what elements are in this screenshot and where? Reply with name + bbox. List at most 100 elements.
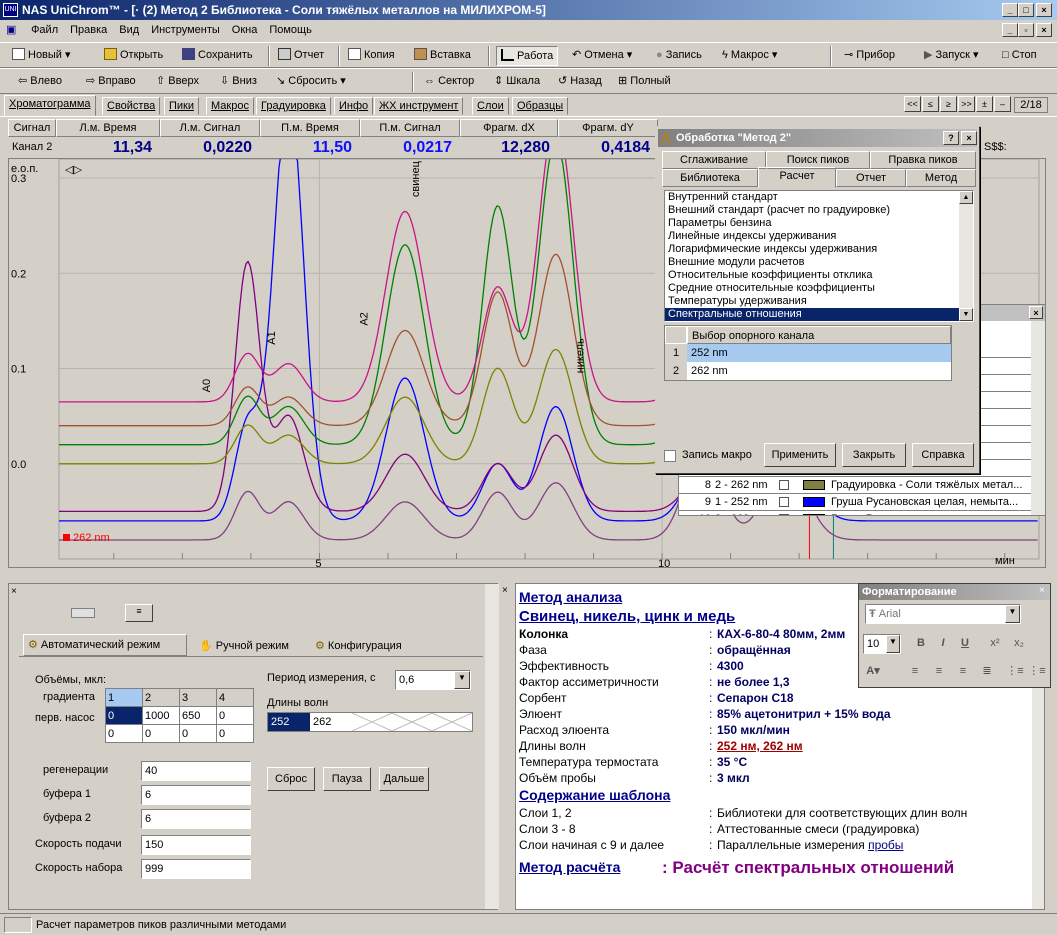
launch-button[interactable]: ▶ Запуск ▾ xyxy=(920,46,983,66)
mdi-close-icon[interactable]: × xyxy=(1036,23,1052,37)
tab-calc[interactable]: Расчет xyxy=(758,167,836,188)
calc-list-item[interactable]: Линейные индексы удерживания xyxy=(665,230,959,243)
underline-icon[interactable]: U xyxy=(955,634,975,654)
subscript-icon[interactable]: x₂ xyxy=(1009,634,1029,654)
add-page-button[interactable]: ± xyxy=(976,96,993,112)
grid-cell[interactable]: 650 xyxy=(179,706,217,725)
layer-color-swatch[interactable] xyxy=(803,514,825,515)
justify-icon[interactable]: ≣ xyxy=(977,662,997,682)
sector-button[interactable]: ⇔ Сектор xyxy=(420,72,478,92)
dialog-help-icon[interactable]: ? xyxy=(943,131,959,145)
grid-cell[interactable]: 0 xyxy=(216,706,254,725)
tab-layers[interactable]: Слои xyxy=(472,97,509,115)
layer-color-swatch[interactable] xyxy=(803,480,825,490)
bold-icon[interactable]: B xyxy=(911,634,931,654)
calc-list[interactable]: Внутренний стандарт Внешний стандарт (рас… xyxy=(664,190,974,322)
calc-list-item[interactable]: Спектральные отношения xyxy=(665,308,959,321)
help-button[interactable]: Справка xyxy=(912,443,974,467)
last-page-button[interactable]: >> xyxy=(958,96,975,112)
copy-button[interactable]: Копия xyxy=(344,46,399,66)
menu-tools[interactable]: Инструменты xyxy=(145,21,226,39)
calc-list-item[interactable]: Относительные коэффициенты отклика xyxy=(665,269,959,282)
tab-info[interactable]: Инфо xyxy=(334,97,374,115)
calc-list-item[interactable]: Средние относительные коэффициенты xyxy=(665,282,959,295)
pause-button[interactable]: Пауза xyxy=(323,767,371,791)
superscript-icon[interactable]: x² xyxy=(985,634,1005,654)
layers-scrollbar[interactable] xyxy=(1031,321,1045,515)
minimize-icon[interactable]: _ xyxy=(1002,3,1018,17)
calc-list-item[interactable]: Температуры удерживания xyxy=(665,295,959,308)
scroll-down-icon[interactable]: ▼ xyxy=(959,308,973,321)
left-button[interactable]: ⇦ Влево xyxy=(14,72,66,92)
device-panel-close-icon[interactable]: × xyxy=(11,586,17,597)
grid-cell[interactable]: 0 xyxy=(142,724,180,743)
right-button[interactable]: ⇨ Вправо xyxy=(82,72,140,92)
grid-cell[interactable]: 0 xyxy=(216,724,254,743)
calc-list-item[interactable]: Внешние модули расчетов xyxy=(665,256,959,269)
reset-view-button[interactable]: ↘ Сбросить ▾ xyxy=(272,72,350,92)
first-page-button[interactable]: << xyxy=(904,96,921,112)
device-scrollbar[interactable] xyxy=(485,584,499,909)
doc-close-icon[interactable]: × xyxy=(502,585,508,596)
next-page-button[interactable]: ≥ xyxy=(940,96,957,112)
bullets-icon[interactable]: ⋮≡ xyxy=(1005,662,1025,682)
layers-close-icon[interactable]: × xyxy=(1029,306,1043,319)
channel-row[interactable]: 252 nm xyxy=(687,344,951,362)
remove-page-button[interactable]: – xyxy=(994,96,1011,112)
tab-auto-mode[interactable]: ⚙ Автоматический режим xyxy=(23,634,187,656)
wavelength-item[interactable]: 252 xyxy=(268,713,310,731)
menu-view[interactable]: Вид xyxy=(113,21,145,39)
tab-lc-instrument[interactable]: ЖХ инструмент xyxy=(374,97,464,115)
layer-checkbox[interactable] xyxy=(779,514,789,515)
dialog-close-icon[interactable]: × xyxy=(961,131,977,145)
volume-grid[interactable]: 1234 0 1000 650 0 0000 xyxy=(105,688,254,743)
device-menu-button[interactable]: ≡ xyxy=(125,604,153,622)
tab-report[interactable]: Отчет xyxy=(836,169,906,187)
macro-button[interactable]: ϟ Макрос ▾ xyxy=(718,46,781,66)
apply-button[interactable]: Применить xyxy=(764,443,836,467)
field-input[interactable]: 150 xyxy=(141,835,251,855)
menu-windows[interactable]: Окна xyxy=(226,21,264,39)
doc-link[interactable]: пробы xyxy=(868,838,903,852)
stop-button[interactable]: □ Стоп xyxy=(998,46,1041,66)
align-right-icon[interactable]: ≡ xyxy=(953,662,973,682)
maximize-icon[interactable]: □ xyxy=(1018,3,1034,17)
size-dropdown-icon[interactable]: ▼ xyxy=(886,635,900,653)
tab-calibration[interactable]: Градуировка xyxy=(256,97,331,115)
scale-button[interactable]: ⇕ Шкала xyxy=(490,72,544,92)
layer-color-swatch[interactable] xyxy=(803,497,825,507)
reset-button[interactable]: Сброс xyxy=(267,767,315,791)
grid-cell[interactable]: 1000 xyxy=(142,706,180,725)
app-icon[interactable]: UNI xyxy=(3,3,18,17)
font-size-select[interactable]: 10 ▼ xyxy=(863,634,901,654)
field-input[interactable]: 6 xyxy=(141,809,251,829)
font-dropdown-icon[interactable]: ▼ xyxy=(1005,605,1020,623)
field-input[interactable]: 6 xyxy=(141,785,251,805)
field-input[interactable]: 999 xyxy=(141,859,251,879)
paste-button[interactable]: Вставка xyxy=(410,46,475,66)
next-button[interactable]: Дальше xyxy=(379,767,429,791)
menu-help[interactable]: Помощь xyxy=(263,21,318,39)
grid-cell[interactable]: 0 xyxy=(105,724,143,743)
italic-icon[interactable]: I xyxy=(933,634,953,654)
calc-list-item[interactable]: Внешний стандарт (расчет по градуировке) xyxy=(665,204,959,217)
font-name-select[interactable]: Ŧ Arial ▼ xyxy=(865,604,1021,624)
tab-samples[interactable]: Образцы xyxy=(512,97,569,115)
mdi-restore-icon[interactable]: ▫ xyxy=(1018,23,1034,37)
dropdown-arrow-icon[interactable]: ▼ xyxy=(454,671,470,689)
doc-value[interactable]: 252 нм, 262 нм xyxy=(717,739,803,753)
work-button[interactable]: Работа xyxy=(496,46,559,66)
open-button[interactable]: Открыть xyxy=(100,46,167,66)
tab-peaks[interactable]: Пики xyxy=(164,97,200,115)
grid-cell[interactable]: 0 xyxy=(179,724,217,743)
tab-smoothing[interactable]: Сглаживание xyxy=(662,151,766,169)
tab-properties[interactable]: Свойства xyxy=(102,97,161,115)
menu-edit[interactable]: Правка xyxy=(64,21,113,39)
macro-checkbox[interactable] xyxy=(664,450,676,462)
numbering-icon[interactable]: ⋮≡ xyxy=(1027,662,1047,682)
calc-list-item[interactable]: Параметры бензина xyxy=(665,217,959,230)
close-button[interactable]: Закрыть xyxy=(842,443,906,467)
tab-library[interactable]: Библиотека xyxy=(662,169,758,187)
undo-button[interactable]: ↶ Отмена ▾ xyxy=(568,46,636,66)
save-button[interactable]: Сохранить xyxy=(178,46,257,66)
